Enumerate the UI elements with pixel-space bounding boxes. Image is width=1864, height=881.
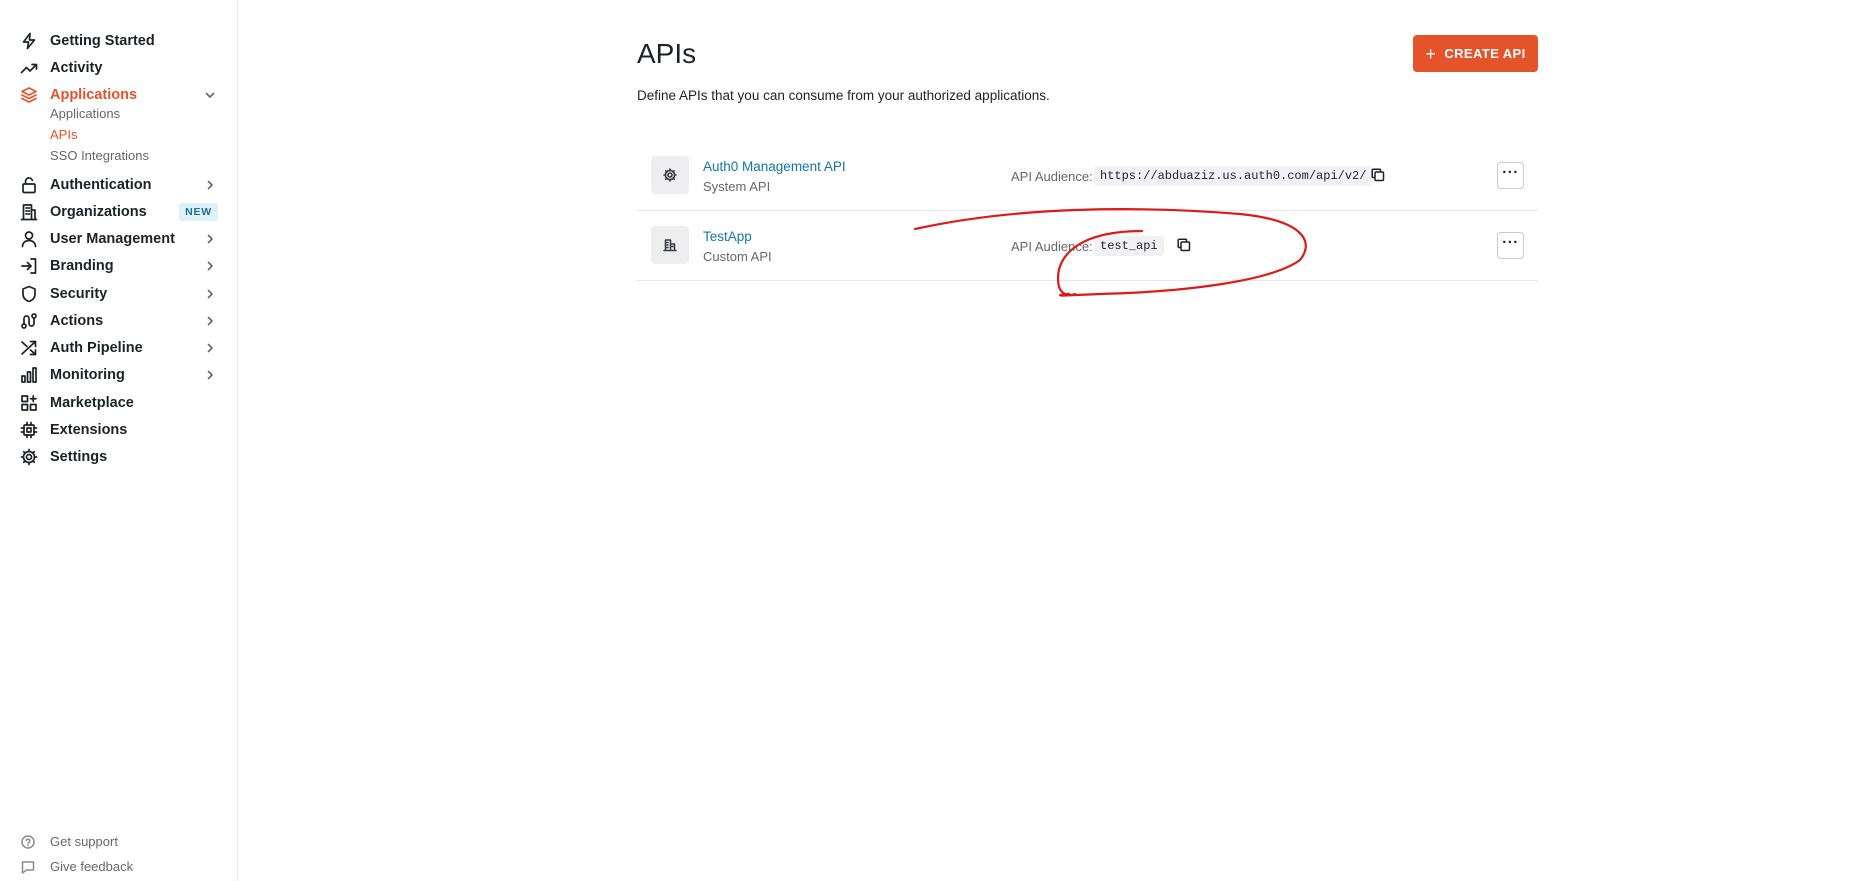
sidebar-subitem-applications[interactable]: Applications — [50, 106, 120, 122]
sidebar-item-label: Getting Started — [50, 33, 155, 49]
building-icon — [663, 239, 677, 252]
api-type: Custom API — [703, 249, 772, 264]
api-audience-label: API Audience: — [1011, 169, 1093, 184]
chip-icon — [20, 421, 38, 439]
api-name-link[interactable]: Auth0 Management API — [703, 158, 846, 176]
api-name-link[interactable]: TestApp — [703, 228, 752, 246]
chevron-right-icon — [204, 314, 216, 326]
page-description: Define APIs that you can consume from yo… — [637, 88, 1050, 103]
sidebar-item-label: Auth Pipeline — [50, 340, 143, 356]
api-avatar — [651, 156, 689, 194]
sidebar-item-label: Actions — [50, 313, 104, 329]
sidebar-item-label: Extensions — [50, 422, 128, 438]
chevron-right-icon — [204, 341, 216, 353]
chevron-right-icon — [204, 368, 216, 380]
api-audience-value: test_api — [1094, 236, 1164, 256]
building-icon — [20, 203, 38, 221]
get-support-link[interactable]: Get support — [0, 830, 238, 854]
bar-chart-icon — [20, 366, 38, 384]
create-api-button[interactable]: + CREATE API — [1413, 35, 1538, 72]
sidebar-item-label: Activity — [50, 60, 103, 76]
chevron-right-icon — [204, 259, 216, 271]
sidebar-item-label: Settings — [50, 449, 108, 465]
sidebar-item-label: Branding — [50, 258, 114, 274]
give-feedback-link[interactable]: Give feedback — [0, 855, 238, 879]
new-badge: NEW — [179, 203, 218, 221]
lock-icon — [20, 176, 38, 194]
gear-icon — [20, 448, 38, 466]
chat-icon — [21, 860, 35, 874]
chevron-right-icon — [204, 287, 216, 299]
lightning-icon — [20, 32, 38, 50]
api-audience-label: API Audience: — [1011, 239, 1093, 254]
more-options-button[interactable]: ··· — [1497, 232, 1524, 259]
sidebar-item-label: Applications — [50, 87, 138, 103]
plus-icon: + — [1425, 43, 1437, 64]
api-type: System API — [703, 179, 771, 194]
give-feedback-label: Give feedback — [50, 859, 134, 874]
shield-icon — [20, 285, 38, 303]
sidebar-item-label: Monitoring — [50, 367, 125, 383]
sidebar-subitem-sso-integrations[interactable]: SSO Integrations — [50, 148, 149, 164]
copy-icon[interactable] — [1176, 237, 1192, 253]
trend-icon — [20, 59, 38, 77]
more-options-button[interactable]: ··· — [1497, 162, 1524, 189]
api-avatar — [651, 226, 689, 264]
login-icon — [20, 257, 38, 275]
main-content: APIs Define APIs that you can consume fr… — [239, 0, 1864, 881]
api-row: Auth0 Management API System API API Audi… — [637, 141, 1538, 211]
copy-icon[interactable] — [1370, 167, 1386, 183]
chevron-right-icon — [204, 232, 216, 244]
sidebar-item-settings[interactable]: Settings — [0, 440, 238, 472]
user-icon — [20, 230, 38, 248]
sidebar: Getting Started Activity Applications Ap… — [0, 0, 238, 881]
layers-icon — [20, 86, 38, 104]
sidebar-item-label: Marketplace — [50, 395, 134, 411]
sidebar-item-label: Security — [50, 286, 108, 302]
shuffle-icon — [20, 339, 38, 357]
gear-icon — [663, 168, 677, 182]
api-audience-value: https://abduaziz.us.auth0.com/api/v2/ — [1094, 166, 1373, 186]
api-row: TestApp Custom API API Audience: test_ap… — [637, 211, 1538, 281]
get-support-label: Get support — [50, 834, 118, 849]
actions-icon — [20, 312, 38, 330]
sidebar-item-label: Authentication — [50, 177, 152, 193]
help-icon — [21, 835, 35, 849]
chevron-down-icon — [204, 88, 216, 100]
chevron-right-icon — [204, 178, 216, 190]
sidebar-subitem-apis[interactable]: APIs — [50, 127, 77, 143]
page-title: APIs — [637, 38, 697, 69]
sidebar-item-label: Organizations — [50, 204, 147, 220]
sidebar-item-label: User Management — [50, 231, 175, 247]
grid-plus-icon — [20, 394, 38, 412]
create-api-label: CREATE API — [1444, 46, 1526, 61]
